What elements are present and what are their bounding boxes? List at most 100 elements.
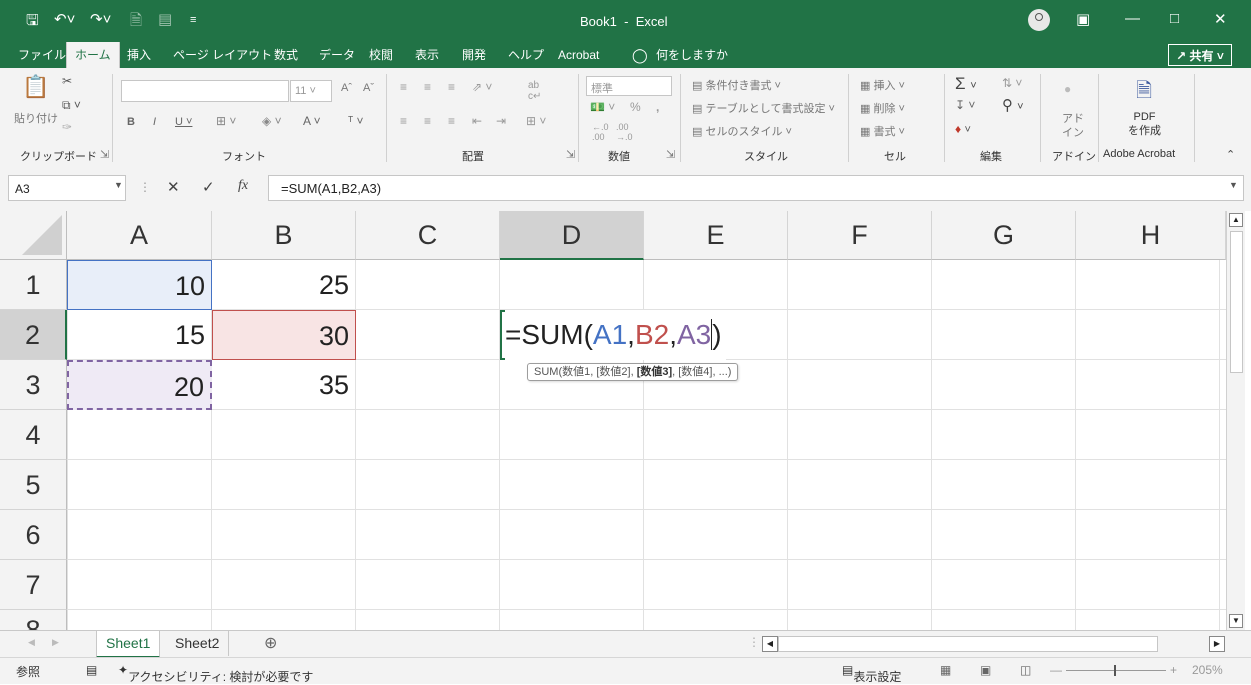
- shrink-font-icon[interactable]: Aˇ: [363, 82, 374, 94]
- tab-view[interactable]: 表示: [415, 42, 439, 68]
- addins-icon[interactable]: ●: [1064, 82, 1071, 96]
- tab-developer[interactable]: 開発: [462, 42, 486, 68]
- next-sheet-icon[interactable]: ▶: [52, 637, 59, 648]
- expand-formula-icon[interactable]: ▼: [1229, 180, 1238, 190]
- cell-b2[interactable]: 30: [212, 310, 356, 360]
- tab-page-layout[interactable]: ページ レイアウト: [173, 42, 272, 68]
- addins-button[interactable]: アド イン: [1062, 112, 1084, 140]
- close-button[interactable]: ✕: [1214, 10, 1227, 28]
- align-bottom-icon[interactable]: ≡: [448, 80, 455, 94]
- tab-review[interactable]: 校閲: [369, 42, 393, 68]
- undo-icon[interactable]: ↶˅: [54, 10, 75, 28]
- form-icon[interactable]: ▤: [158, 10, 172, 28]
- scroll-right-icon[interactable]: ▶: [1209, 636, 1225, 652]
- save-icon[interactable]: 🖫: [26, 10, 39, 35]
- zoom-level[interactable]: 205%: [1192, 663, 1223, 677]
- collapse-ribbon-icon[interactable]: ⌃: [1226, 148, 1235, 161]
- ribbon-display-icon[interactable]: ▣: [1076, 10, 1090, 28]
- scroll-thumb[interactable]: [1230, 231, 1243, 373]
- accessibility-status[interactable]: ✦ アクセシビリティ: 検討が必要です: [118, 663, 313, 684]
- scroll-left-icon[interactable]: ◀: [762, 636, 778, 652]
- dialog-launcher-icon[interactable]: ⇲: [566, 148, 575, 161]
- paste-label[interactable]: 貼り付け: [14, 110, 58, 126]
- macro-record-icon[interactable]: ▤: [86, 663, 97, 677]
- tab-insert[interactable]: 挿入: [127, 42, 151, 68]
- zoom-slider[interactable]: [1066, 670, 1166, 671]
- maximize-button[interactable]: □: [1170, 10, 1179, 27]
- column-header-e[interactable]: E: [644, 211, 788, 260]
- underline-icon[interactable]: U ˅: [175, 116, 192, 128]
- wrap-text-icon[interactable]: ab c↵: [528, 80, 541, 102]
- cell-b1[interactable]: 25: [212, 260, 356, 310]
- merge-center-icon[interactable]: ⊞ ˅: [526, 114, 546, 128]
- insert-function-icon[interactable]: fx: [238, 178, 248, 194]
- sort-filter-icon[interactable]: ⇅ ˅: [1002, 76, 1022, 90]
- new-file-icon[interactable]: 🗎: [130, 10, 142, 35]
- row-header-1[interactable]: 1: [0, 260, 67, 310]
- sheet-tab-sheet1[interactable]: Sheet1: [96, 631, 161, 658]
- name-box-dropdown-icon[interactable]: ▼: [114, 180, 123, 190]
- bold-icon[interactable]: B: [127, 116, 135, 128]
- dialog-launcher-icon[interactable]: ⇲: [100, 148, 109, 161]
- grow-font-icon[interactable]: Aˆ: [341, 82, 352, 94]
- tab-data[interactable]: データ: [319, 42, 355, 68]
- horizontal-scrollbar[interactable]: [778, 636, 1158, 652]
- find-select-icon[interactable]: ⚲ ˅: [1002, 96, 1024, 114]
- tab-acrobat[interactable]: Acrobat: [558, 42, 599, 68]
- border-icon[interactable]: ⊞ ˅: [216, 114, 236, 128]
- fill-icon[interactable]: ↧ ˅: [955, 98, 975, 112]
- cell-d2-editor[interactable]: =SUM(A1,B2,A3): [505, 310, 726, 360]
- tab-help[interactable]: ヘルプ: [508, 42, 544, 68]
- font-name-box[interactable]: [121, 80, 289, 102]
- row-header-8[interactable]: 8: [0, 610, 67, 630]
- clear-icon[interactable]: ♦ ˅: [955, 122, 971, 136]
- font-color-icon[interactable]: A ˅: [303, 114, 321, 128]
- customize-qat-icon[interactable]: ≡: [190, 14, 196, 26]
- row-header-4[interactable]: 4: [0, 410, 67, 460]
- column-header-g[interactable]: G: [932, 211, 1076, 260]
- insert-cells-button[interactable]: ▦ 挿入 ˅: [860, 77, 905, 93]
- percent-icon[interactable]: %: [630, 100, 641, 114]
- increase-indent-icon[interactable]: ⇥: [496, 114, 506, 128]
- cut-icon[interactable]: ✂: [62, 74, 72, 88]
- increase-decimal-icon[interactable]: ←.0.00: [592, 122, 609, 142]
- formula-input[interactable]: =SUM(A1,B2,A3): [268, 175, 1244, 201]
- sheet-tab-sheet2[interactable]: Sheet2: [166, 631, 230, 656]
- vertical-scrollbar[interactable]: ▲ ▼: [1226, 211, 1245, 630]
- row-header-7[interactable]: 7: [0, 560, 67, 610]
- scroll-up-icon[interactable]: ▲: [1229, 213, 1243, 227]
- orientation-icon[interactable]: ⇗ ˅: [472, 80, 492, 94]
- format-as-table-button[interactable]: ▤ テーブルとして書式設定 ˅: [692, 100, 835, 116]
- number-format-box[interactable]: 標準: [586, 76, 672, 96]
- cell-styles-button[interactable]: ▤ セルのスタイル ˅: [692, 123, 792, 139]
- zoom-out-icon[interactable]: —: [1050, 663, 1062, 677]
- column-header-b[interactable]: B: [212, 211, 356, 260]
- align-middle-icon[interactable]: ≡: [424, 80, 431, 94]
- align-left-icon[interactable]: ≡: [400, 114, 407, 128]
- column-header-d[interactable]: D: [500, 211, 644, 260]
- page-break-view-icon[interactable]: ◫: [1020, 663, 1031, 677]
- row-header-2[interactable]: 2: [0, 310, 67, 360]
- decrease-indent-icon[interactable]: ⇤: [472, 114, 482, 128]
- format-cells-button[interactable]: ▦ 書式 ˅: [860, 123, 905, 139]
- add-sheet-icon[interactable]: ⊕: [264, 633, 277, 653]
- format-painter-icon[interactable]: ✑: [62, 120, 72, 134]
- currency-icon[interactable]: 💵 ˅: [590, 100, 615, 114]
- cell-a2[interactable]: 15: [67, 310, 212, 360]
- scroll-down-icon[interactable]: ▼: [1229, 614, 1243, 628]
- tab-file[interactable]: ファイル: [18, 42, 66, 68]
- paste-icon[interactable]: 📋: [22, 74, 49, 100]
- enter-icon[interactable]: ✓: [202, 178, 215, 196]
- conditional-format-button[interactable]: ▤ 条件付き書式 ˅: [692, 77, 781, 93]
- comma-icon[interactable]: ,: [656, 100, 659, 114]
- display-settings-button[interactable]: ▤ 表示設定: [842, 663, 901, 684]
- copy-icon[interactable]: ⧉ ˅: [62, 98, 81, 113]
- prev-sheet-icon[interactable]: ◀: [28, 637, 35, 648]
- dialog-launcher-icon[interactable]: ⇲: [666, 148, 675, 161]
- phonetic-icon[interactable]: ᵀ ˅: [348, 114, 364, 128]
- function-tooltip[interactable]: SUM(数値1, [数値2], [数値3], [数値4], ...): [527, 363, 739, 381]
- normal-view-icon[interactable]: ▦: [940, 663, 951, 677]
- cell-a1[interactable]: 10: [67, 260, 212, 310]
- align-center-icon[interactable]: ≡: [424, 114, 431, 128]
- decrease-decimal-icon[interactable]: .00 →.0: [616, 122, 633, 142]
